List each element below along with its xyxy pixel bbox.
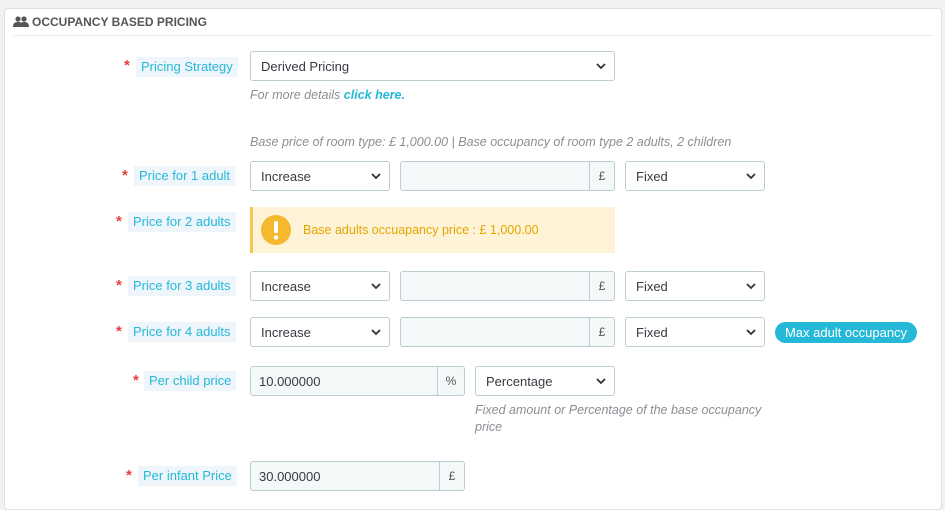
max-adult-occupancy-badge: Max adult occupancy xyxy=(775,322,917,343)
price-1-adult-amount-input[interactable] xyxy=(400,161,590,191)
required-mark: * xyxy=(126,467,132,484)
price-3-adults-type-select[interactable]: Fixed xyxy=(625,271,765,301)
panel-header: OCCUPANCY BASED PRICING xyxy=(13,9,933,36)
price-4-adults-mode-select[interactable]: Increase xyxy=(250,317,390,347)
price-4-adults-type-select[interactable]: Fixed xyxy=(625,317,765,347)
price-1-adult-type-select[interactable]: Fixed xyxy=(625,161,765,191)
per-infant-price-label: Per infant Price xyxy=(138,466,237,486)
required-mark: * xyxy=(116,213,122,230)
child-price-help-line1: Fixed amount or Percentage of the base o… xyxy=(475,403,762,417)
chevron-down-icon xyxy=(746,173,756,180)
price-3-adults-mode-select[interactable]: Increase xyxy=(250,271,390,301)
users-icon xyxy=(13,16,29,27)
currency-addon: £ xyxy=(590,271,615,301)
child-price-help-line2: price xyxy=(475,420,503,434)
price-4-adults-amount-input[interactable] xyxy=(400,317,590,347)
price-1-adult-mode-select[interactable]: Increase xyxy=(250,161,390,191)
occupancy-pricing-panel: OCCUPANCY BASED PRICING xyxy=(4,8,942,510)
chevron-down-icon xyxy=(746,329,756,336)
currency-addon: £ xyxy=(590,317,615,347)
pricing-strategy-help: For more details click here. xyxy=(250,88,405,102)
price-1-adult-label: Price for 1 adult xyxy=(134,166,236,186)
per-child-price-input[interactable]: 10.000000 xyxy=(250,366,438,396)
chevron-down-icon xyxy=(596,63,606,70)
percent-addon: % xyxy=(438,366,465,396)
base-price-warning: Base adults occuapancy price : £ 1,000.0… xyxy=(250,207,615,253)
chevron-down-icon xyxy=(746,283,756,290)
per-child-type-select[interactable]: Percentage xyxy=(475,366,615,396)
currency-addon: £ xyxy=(590,161,615,191)
per-child-price-label: Per child price xyxy=(144,371,237,391)
price-4-adults-label: Price for 4 adults xyxy=(128,322,236,342)
chevron-down-icon xyxy=(371,173,381,180)
price-3-adults-amount-input[interactable] xyxy=(400,271,590,301)
required-mark: * xyxy=(124,57,130,74)
price-3-adults-label: Price for 3 adults xyxy=(128,276,236,296)
chevron-down-icon xyxy=(371,283,381,290)
required-mark: * xyxy=(133,372,139,389)
price-2-adults-label: Price for 2 adults xyxy=(128,212,236,232)
required-mark: * xyxy=(116,323,122,340)
pricing-strategy-select[interactable]: Derived Pricing xyxy=(250,51,615,81)
pricing-strategy-label: Pricing Strategy xyxy=(136,57,238,77)
panel-title: OCCUPANCY BASED PRICING xyxy=(32,15,207,29)
currency-addon: £ xyxy=(440,461,465,491)
required-mark: * xyxy=(122,167,128,184)
required-mark: * xyxy=(116,277,122,294)
warning-icon xyxy=(261,215,291,245)
base-info-text: Base price of room type: £ 1,000.00 | Ba… xyxy=(250,135,732,149)
per-infant-price-input[interactable]: 30.000000 xyxy=(250,461,440,491)
chevron-down-icon xyxy=(596,378,606,385)
pricing-strategy-value: Derived Pricing xyxy=(261,58,350,74)
warning-text: Base adults occuapancy price : £ 1,000.0… xyxy=(303,223,539,237)
click-here-link[interactable]: click here. xyxy=(344,88,405,102)
chevron-down-icon xyxy=(371,329,381,336)
